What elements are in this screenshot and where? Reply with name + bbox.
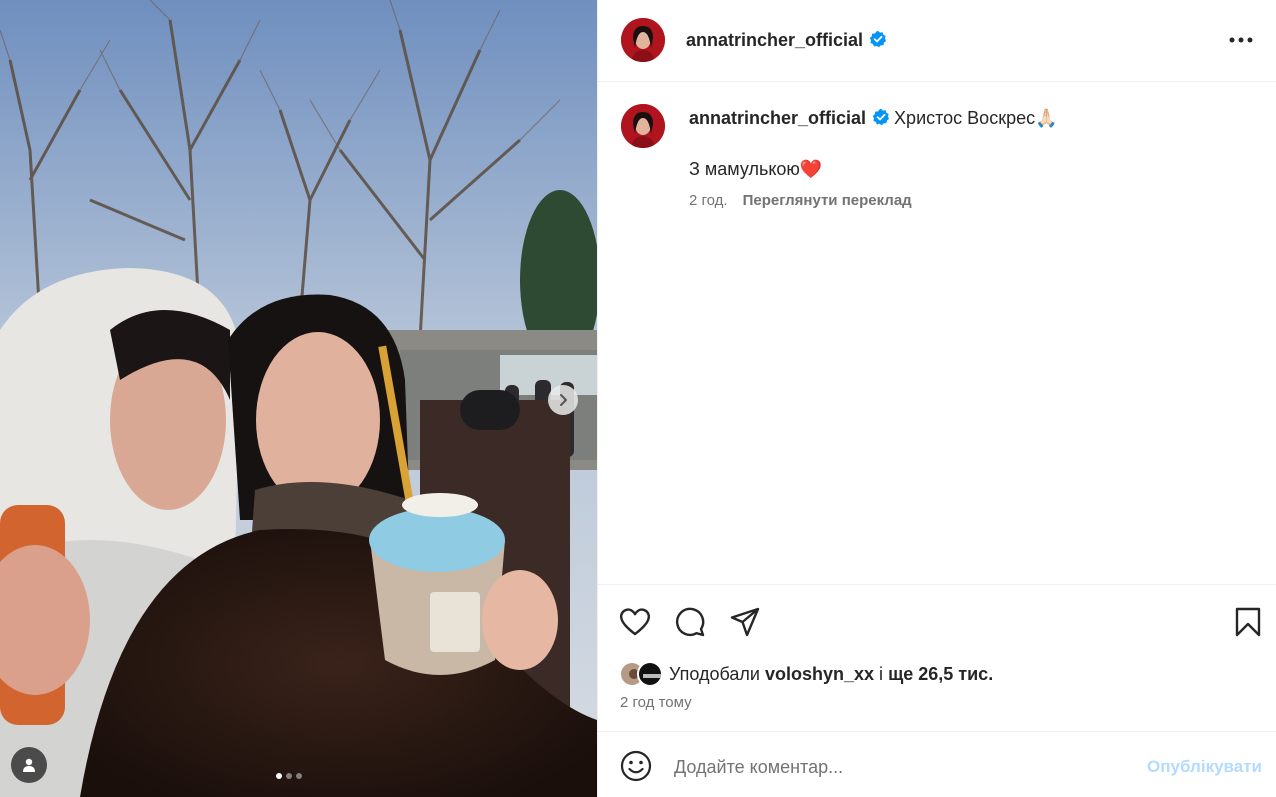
carousel-dot [286, 773, 292, 779]
share-icon [730, 607, 760, 637]
caption-meta: 2 год. Переглянути переклад [689, 192, 912, 209]
post-header: annatrincher_official [598, 0, 1276, 82]
tagged-users-button[interactable] [11, 747, 47, 783]
caption-time: 2 год. [689, 192, 728, 209]
post-media[interactable] [0, 0, 597, 797]
comment-icon [675, 607, 705, 637]
header-username[interactable]: annatrincher_official [686, 30, 887, 51]
likes-user-link[interactable]: voloshyn_xx [765, 664, 874, 684]
more-options-button[interactable] [1227, 28, 1255, 52]
likes-summary: Уподобали voloshyn_xx і ще 26,5 тис. [619, 659, 993, 689]
caption-username[interactable]: annatrincher_official [689, 108, 866, 128]
publish-button[interactable]: Опублікувати [1147, 757, 1262, 777]
emoji-icon [620, 750, 652, 782]
likes-connector: і [879, 663, 884, 684]
share-button[interactable] [728, 605, 762, 639]
user-icon [23, 758, 35, 772]
like-button[interactable] [618, 605, 652, 639]
username-text[interactable]: annatrincher_official [686, 30, 863, 50]
comment-input[interactable] [674, 752, 1114, 782]
see-translation-link[interactable]: Переглянути переклад [743, 192, 912, 209]
caption-text: Христос Воскрес🙏🏻 [894, 108, 1058, 128]
verified-badge-icon [872, 108, 890, 126]
likes-prefix: Уподобали [669, 663, 760, 684]
liker-avatar [637, 661, 663, 687]
more-horizontal-icon [1229, 37, 1253, 43]
carousel-dot-active [276, 773, 282, 779]
avatar-image [621, 104, 665, 148]
caption-second-line: З мамулькою❤️ [689, 159, 823, 179]
avatar-image [621, 18, 665, 62]
emoji-button[interactable] [619, 749, 653, 783]
post-actions: Уподобали voloshyn_xx і ще 26,5 тис. 2 г… [598, 584, 1276, 731]
caption-avatar[interactable] [621, 104, 665, 148]
comment-bar: Опублікувати [598, 731, 1276, 797]
carousel-indicator [276, 773, 302, 779]
caption-first-line: annatrincher_official Христос Воскрес🙏🏻 [689, 108, 1058, 129]
save-button[interactable] [1231, 605, 1265, 639]
post-photo [0, 0, 597, 797]
post-side-panel: annatrincher_official annatrincher_offic… [597, 0, 1276, 797]
bookmark-icon [1235, 607, 1261, 637]
carousel-dot [296, 773, 302, 779]
post-timestamp[interactable]: 2 год тому [620, 694, 692, 711]
likes-count-link[interactable]: ще 26,5 тис. [888, 664, 993, 684]
carousel-next-button[interactable] [548, 385, 578, 415]
heart-icon [619, 608, 651, 636]
comment-button[interactable] [673, 605, 707, 639]
likes-text: Уподобали voloshyn_xx і ще 26,5 тис. [669, 664, 993, 685]
chevron-right-icon [560, 394, 567, 406]
avatar[interactable] [621, 18, 665, 62]
verified-badge-icon [869, 30, 887, 48]
post-caption: annatrincher_official Христос Воскрес🙏🏻 … [598, 82, 1276, 584]
